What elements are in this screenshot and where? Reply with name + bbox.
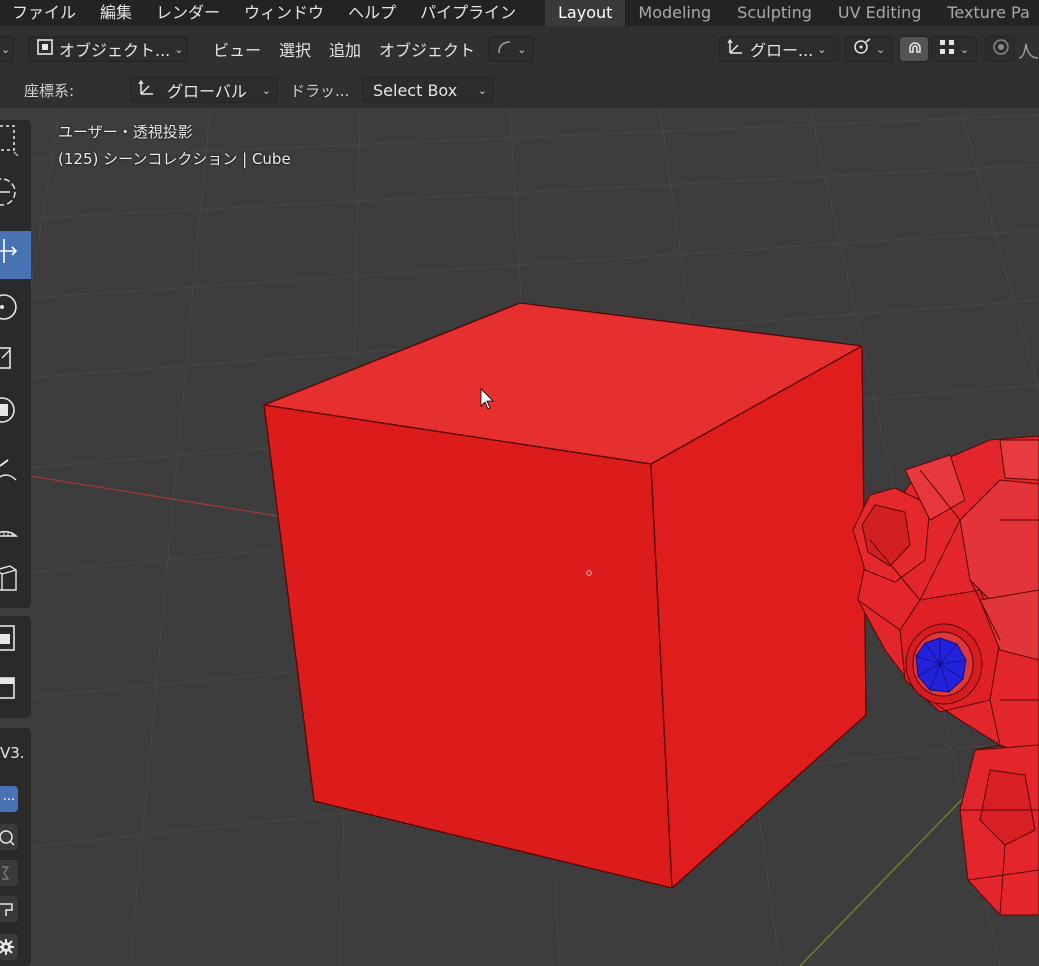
view-name: ユーザー・透視投影 — [58, 123, 193, 141]
move-tool[interactable] — [0, 231, 31, 279]
magnet-icon — [906, 38, 924, 60]
viewport-canvas — [0, 108, 1039, 966]
camera-frame-tool[interactable] — [0, 668, 31, 716]
coordinate-system-value: グローバル — [167, 82, 247, 101]
axis-icon — [137, 78, 157, 102]
chevron-down-icon: ⌄ — [174, 42, 184, 56]
menu-add[interactable]: 追加 — [320, 37, 370, 61]
chevron-down-icon: ⌄ — [817, 42, 827, 56]
menu-pipeline[interactable]: パイプライン — [408, 0, 528, 26]
tab-layout[interactable]: Layout — [545, 0, 626, 26]
snap-target-dropdown[interactable]: ⌄ — [931, 36, 977, 62]
mode-dropdown[interactable]: オブジェクト... ⌄ — [28, 36, 188, 62]
3d-viewport[interactable]: ユーザー・透視投影 (125) シーンコレクション | Cube V3. ... — [0, 108, 1039, 966]
scale-tool[interactable] — [0, 338, 31, 386]
transform-tool[interactable] — [0, 390, 31, 438]
drag-action-dropdown[interactable]: Select Box ⌄ — [362, 77, 494, 103]
left-toolbar — [0, 120, 31, 582]
proportional-edit-toggle[interactable] — [985, 36, 1015, 62]
transform-orientation-dropdown[interactable]: グロー... ⌄ — [719, 36, 839, 62]
top-menu-bar: ファイル 編集 レンダー ウィンドウ ヘルプ パイプライン Layout Mod… — [0, 0, 1039, 26]
menu-object[interactable]: オブジェクト — [370, 37, 484, 61]
add-cube-tool[interactable] — [0, 558, 31, 606]
camera-toolgroup — [0, 616, 31, 718]
annotate-tool[interactable] — [0, 450, 31, 498]
add-cube-toolgroup — [0, 556, 31, 608]
active-panel-button[interactable]: ... — [0, 786, 18, 812]
gizmo-dropdown[interactable]: ⌄ — [488, 36, 535, 62]
axis-icon — [726, 37, 746, 61]
tool-settings-bar: 座標系: グローバル ⌄ ドラッ... Select Box ⌄ — [0, 72, 1039, 108]
curve-icon — [495, 38, 513, 60]
workspace-tabs: Layout Modeling Sculpting UV Editing Tex… — [545, 0, 1039, 26]
menu-view[interactable]: ビュー — [204, 37, 270, 61]
settings-panel-button[interactable] — [0, 934, 18, 960]
cursor-tool[interactable] — [0, 172, 31, 220]
side-panel-strip: V3. ... — [0, 728, 31, 966]
menu-select[interactable]: 選択 — [270, 37, 320, 61]
measure-tool[interactable] — [0, 506, 31, 554]
x-axis-line — [29, 475, 291, 519]
version-fragment: V3. — [0, 744, 25, 762]
chevron-down-icon: ⌄ — [261, 83, 271, 97]
tab-texture-paint[interactable]: Texture Pa — [934, 0, 1039, 26]
search-panel-button[interactable] — [0, 824, 18, 850]
snap-toggle[interactable] — [899, 36, 929, 62]
select-box-tool[interactable] — [0, 120, 31, 168]
menu-help[interactable]: ヘルプ — [336, 0, 408, 26]
grid-snap-icon — [938, 38, 956, 60]
tab-modeling[interactable]: Modeling — [625, 0, 724, 26]
chevron-down-icon: ⌄ — [876, 42, 886, 56]
chevron-down-icon: ⌄ — [477, 83, 487, 97]
menu-window[interactable]: ウィンドウ — [232, 0, 336, 26]
zoom-region-tool[interactable] — [0, 618, 31, 666]
menu-render[interactable]: レンダー — [144, 0, 232, 26]
object-mode-icon — [35, 37, 55, 61]
orientation-label: グロー... — [750, 41, 814, 60]
tab-uv-editing[interactable]: UV Editing — [825, 0, 934, 26]
viewport-header: ⌄ オブジェクト... ⌄ ビュー 選択 追加 オブジェクト ⌄ グロー... … — [0, 26, 1039, 72]
cube-object[interactable] — [263, 302, 867, 889]
link-panel-button[interactable] — [0, 860, 18, 886]
chevron-down-icon: ⌄ — [517, 42, 527, 56]
coordinate-system-label: 座標系: — [24, 81, 75, 100]
mode-label: オブジェクト... — [59, 41, 171, 60]
scene-info: (125) シーンコレクション | Cube — [58, 150, 291, 168]
pivot-dropdown[interactable]: ⌄ — [845, 36, 893, 62]
coordinate-system-dropdown[interactable]: グローバル ⌄ — [130, 77, 278, 103]
proportional-edit-icon — [992, 38, 1010, 60]
drag-action-value: Select Box — [373, 80, 458, 100]
tool-panel-button[interactable] — [0, 896, 18, 922]
chevron-down-icon: ⌄ — [1, 42, 11, 56]
drag-label: ドラッ... — [290, 81, 350, 100]
menu-edit[interactable]: 編集 — [88, 0, 144, 26]
monkey-object[interactable] — [852, 435, 1039, 916]
pivot-icon — [852, 37, 872, 61]
tab-sculpting[interactable]: Sculpting — [724, 0, 825, 26]
chevron-down-icon: ⌄ — [960, 42, 970, 56]
rotate-tool[interactable] — [0, 286, 31, 334]
falloff-icon[interactable] — [1018, 40, 1039, 64]
editor-type-dropdown[interactable]: ⌄ — [0, 36, 14, 62]
menu-file[interactable]: ファイル — [0, 0, 88, 26]
